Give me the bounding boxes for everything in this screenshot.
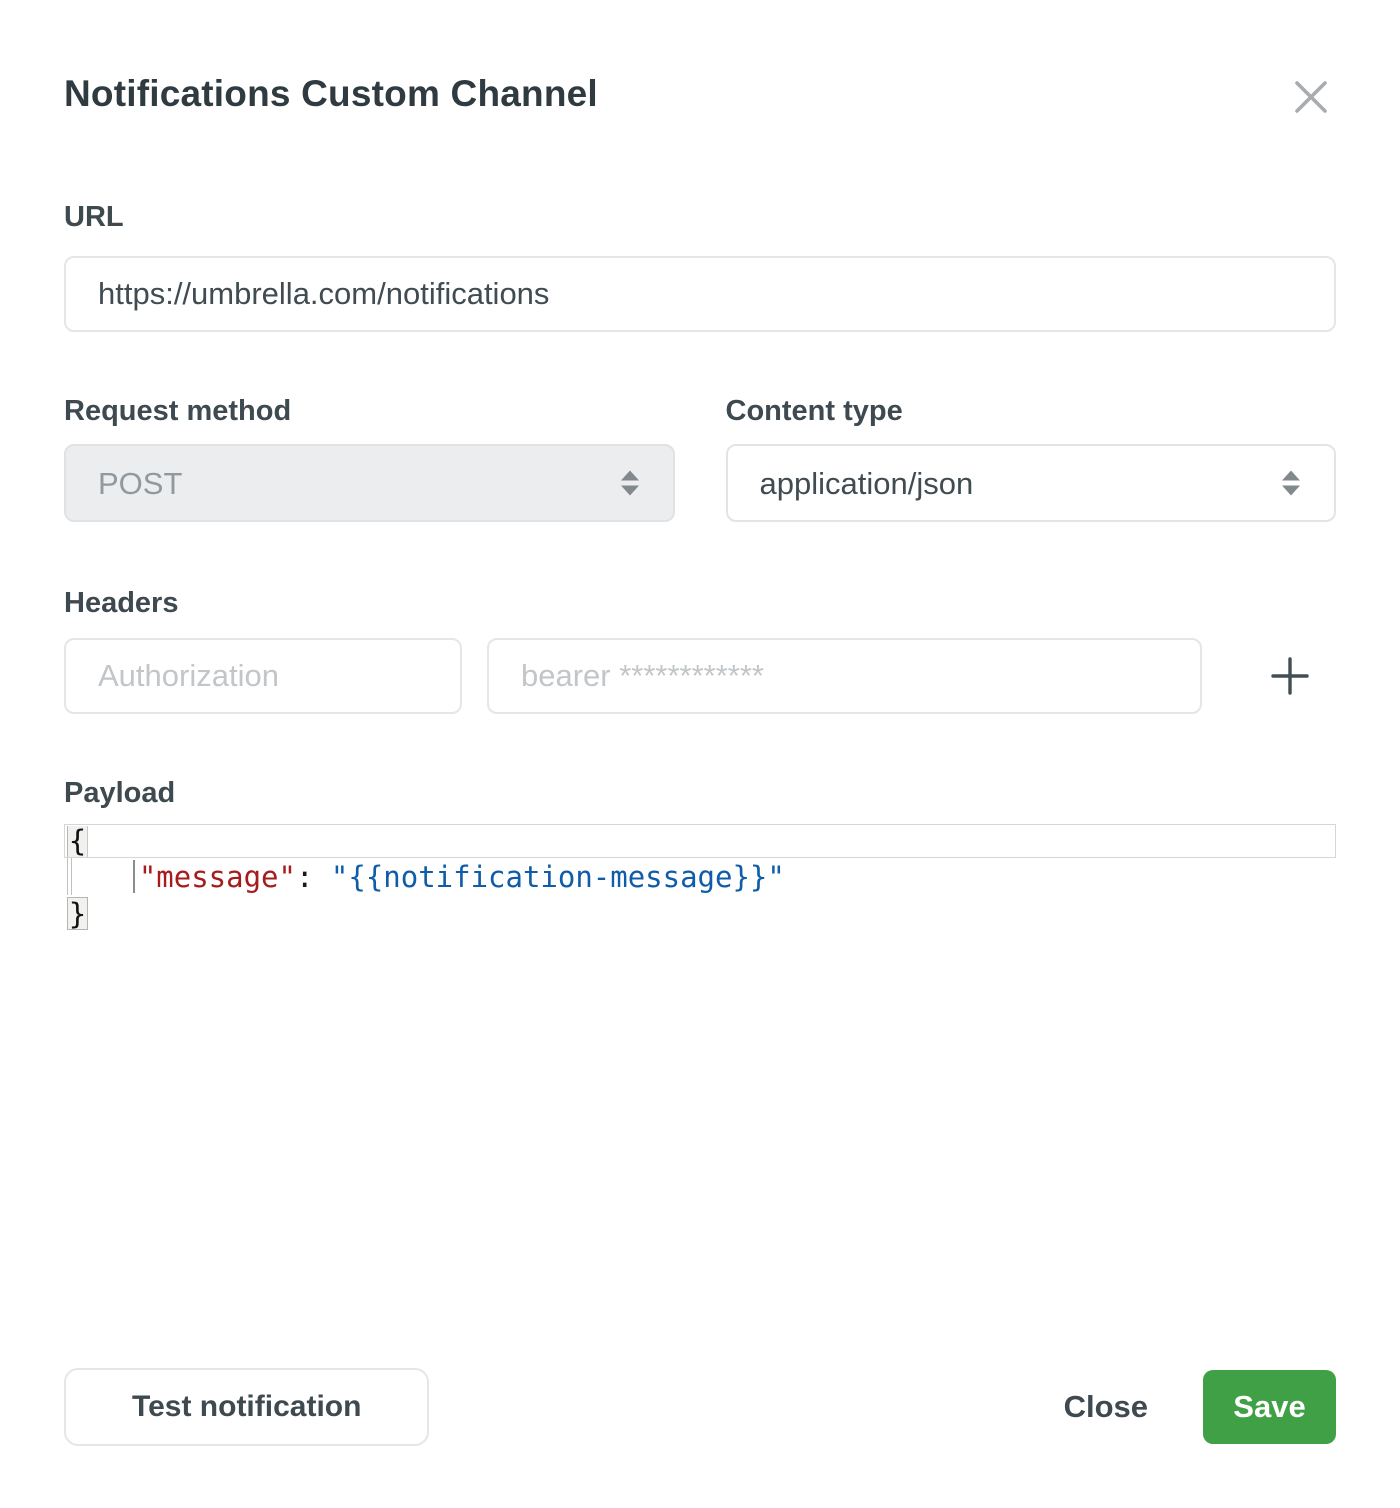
separator-token: : bbox=[296, 860, 331, 894]
close-brace-token: } bbox=[67, 897, 88, 930]
indent-token bbox=[69, 860, 139, 894]
request-method-label: Request method bbox=[64, 392, 675, 430]
content-type-select[interactable]: application/json bbox=[726, 444, 1337, 522]
plus-icon bbox=[1270, 684, 1310, 699]
code-line: } bbox=[64, 895, 1336, 932]
editor-gutter bbox=[67, 858, 72, 895]
headers-section: Headers bbox=[64, 584, 1336, 714]
header-name-input[interactable] bbox=[64, 638, 462, 714]
open-brace-token: { bbox=[67, 826, 88, 857]
close-dialog-button[interactable]: Close bbox=[1064, 1389, 1148, 1425]
code-line: { bbox=[64, 824, 1336, 858]
payload-section: Payload { "message": "{{notification-mes… bbox=[64, 774, 1336, 932]
payload-label: Payload bbox=[64, 774, 1336, 812]
url-input[interactable] bbox=[64, 256, 1336, 332]
payload-code-editor[interactable]: { "message": "{{notification-message}}" … bbox=[64, 824, 1336, 932]
dialog-header: Notifications Custom Channel bbox=[64, 70, 1336, 122]
json-value-token: "{{notification-message}}" bbox=[331, 860, 785, 894]
test-notification-button[interactable]: Test notification bbox=[64, 1368, 429, 1446]
code-line: "message": "{{notification-message}}" bbox=[64, 858, 1336, 895]
header-row bbox=[64, 638, 1336, 714]
url-field-group: URL bbox=[64, 198, 1336, 332]
method-contenttype-row: Request method POST Content type applica… bbox=[64, 392, 1336, 522]
dialog-footer: Test notification Close Save bbox=[64, 1368, 1336, 1446]
footer-actions: Close Save bbox=[1064, 1370, 1336, 1444]
close-icon bbox=[1292, 104, 1330, 119]
request-method-group: Request method POST bbox=[64, 392, 675, 522]
json-key-token: "message" bbox=[139, 860, 296, 894]
code-line-content: "message": "{{notification-message}}" bbox=[64, 860, 785, 894]
save-button[interactable]: Save bbox=[1203, 1370, 1336, 1444]
headers-label: Headers bbox=[64, 584, 1336, 622]
header-value-input[interactable] bbox=[487, 638, 1202, 714]
add-header-button[interactable] bbox=[1262, 648, 1318, 704]
url-label: URL bbox=[64, 198, 1336, 236]
request-method-select[interactable]: POST bbox=[64, 444, 675, 522]
content-type-group: Content type application/json bbox=[726, 392, 1337, 522]
close-button[interactable] bbox=[1286, 72, 1336, 122]
page-title: Notifications Custom Channel bbox=[64, 70, 598, 118]
text-cursor bbox=[133, 860, 135, 893]
content-type-label: Content type bbox=[726, 392, 1337, 430]
notifications-custom-channel-dialog: Notifications Custom Channel URL Request… bbox=[0, 70, 1400, 1508]
